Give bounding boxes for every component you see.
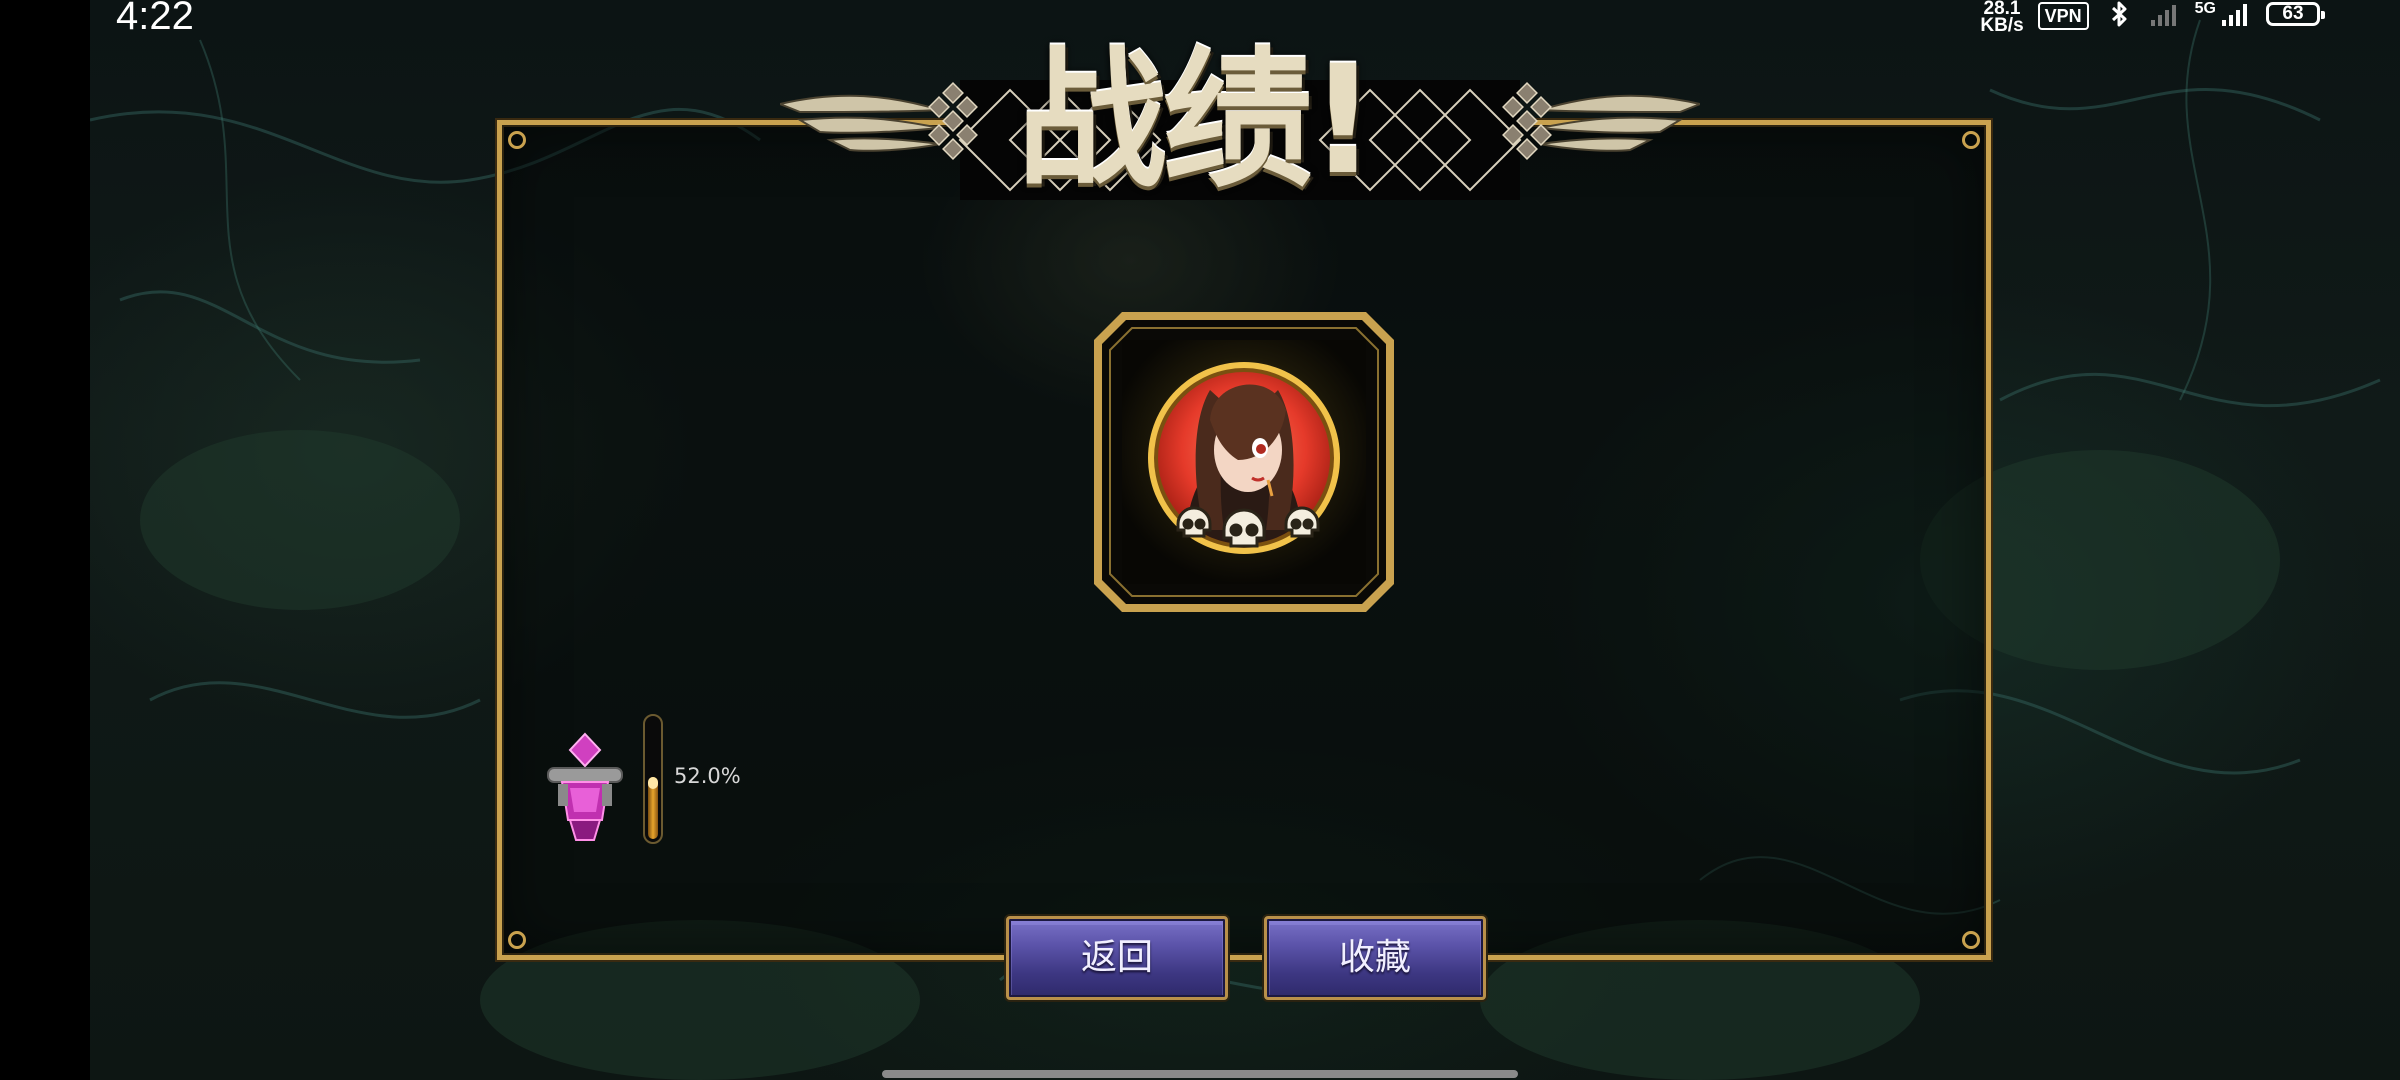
- screen-left-edge: [0, 0, 90, 1080]
- panel-corner-ornament: [508, 931, 526, 949]
- game-screen: 4:22 28.1 KB/s VPN 5G 63 战绩! 52.0% 返回 收藏: [0, 0, 2400, 1080]
- signal-no-service-icon: [2150, 5, 2176, 26]
- pink-trophy-icon: [547, 732, 623, 841]
- collect-button[interactable]: 收藏: [1264, 916, 1486, 1000]
- home-indicator[interactable]: [882, 1070, 1518, 1078]
- battery-indicator: 63: [2266, 2, 2325, 26]
- panel-corner-ornament: [1962, 131, 1980, 149]
- collection-progress-fill: [648, 777, 658, 839]
- panel-corner-ornament: [508, 131, 526, 149]
- character-portrait: [1094, 312, 1394, 612]
- bluetooth-icon: [2111, 1, 2127, 27]
- network-speed-unit: KB/s: [1980, 15, 2024, 36]
- status-bar-right: 28.1 KB/s VPN 5G 63: [1980, 0, 2325, 36]
- status-time: 4:22: [116, 0, 194, 38]
- collection-progress-bar: [643, 714, 663, 844]
- panel-corner-ornament: [1962, 931, 1980, 949]
- vpn-badge: VPN: [2037, 2, 2089, 30]
- results-title: 战绩!: [1016, 34, 1377, 208]
- collection-progress-text: 52.0%: [674, 764, 741, 788]
- back-button[interactable]: 返回: [1006, 916, 1228, 1000]
- network-type: 5G: [2194, 0, 2216, 17]
- signal-strength-icon: [2222, 4, 2247, 26]
- network-speed: 28.1 KB/s: [1980, 0, 2024, 36]
